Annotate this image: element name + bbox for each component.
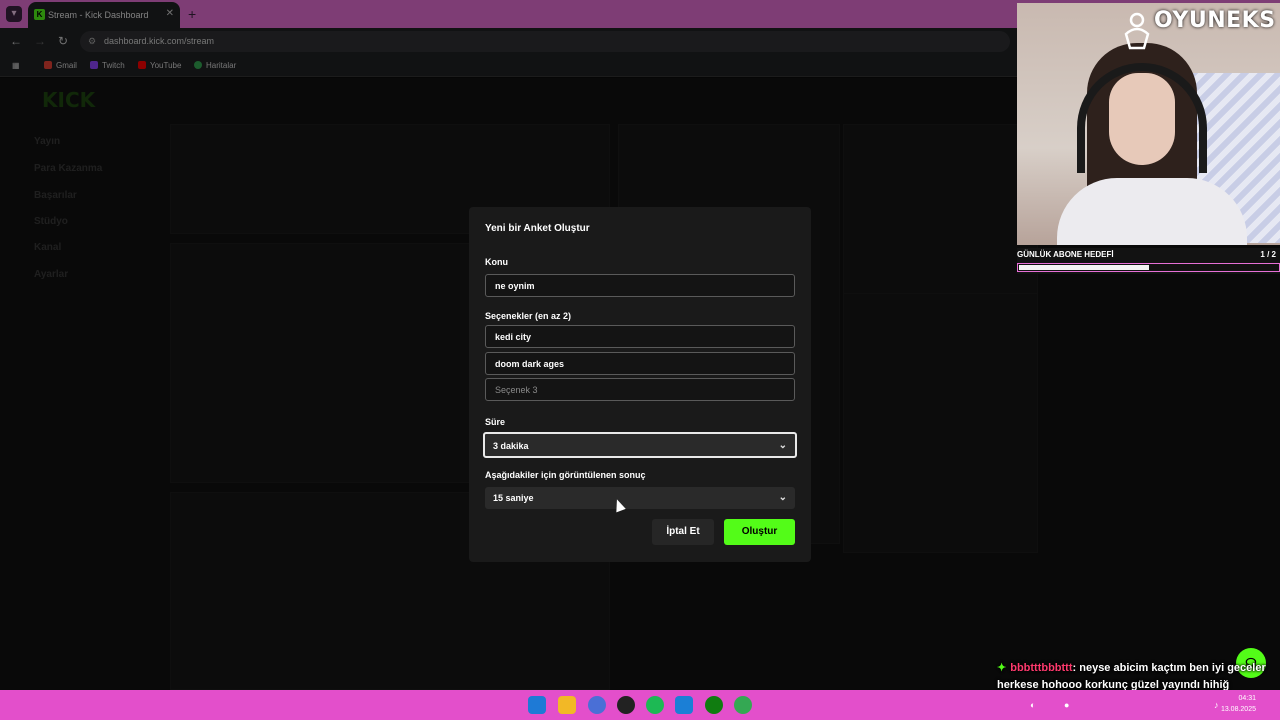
- streamer-shirt: [1057, 178, 1247, 245]
- xbox-icon[interactable]: [705, 696, 723, 714]
- clock-time: 04:31: [1238, 695, 1256, 702]
- result-display-select[interactable]: 15 saniye ⌄: [485, 487, 795, 509]
- sub-goal-progress-bar: [1017, 263, 1280, 272]
- modal-title: Yeni bir Anket Oluştur: [485, 223, 590, 234]
- chevron-down-icon: ⌄: [778, 440, 787, 451]
- chat-overlay-message: ✦ bbbtttbbbttt: neyse abicim kaçtım ben i…: [997, 660, 1280, 694]
- duration-value: 3 dakika: [493, 441, 529, 451]
- volume-icon[interactable]: ♪: [1214, 700, 1219, 710]
- sub-goal-widget: GÜNLÜK ABONE HEDEFİ 1 / 2: [1017, 248, 1280, 274]
- result-display-value: 15 saniye: [493, 493, 534, 503]
- option-3-input[interactable]: [485, 378, 795, 401]
- discord-tray-icon[interactable]: ◐: [1030, 700, 1035, 710]
- option-1-input[interactable]: [485, 325, 795, 348]
- duration-select[interactable]: 3 dakika ⌄: [483, 432, 797, 458]
- spotify-tray-icon[interactable]: ●: [1064, 700, 1069, 710]
- obs-icon[interactable]: [617, 696, 635, 714]
- create-poll-button[interactable]: Oluştur: [724, 519, 795, 545]
- chevron-down-icon: ⌄: [778, 492, 787, 503]
- spotify-icon[interactable]: [646, 696, 664, 714]
- windows-start-icon[interactable]: [528, 696, 546, 714]
- file-explorer-icon[interactable]: [558, 696, 576, 714]
- app-icon-2[interactable]: [675, 696, 693, 714]
- duration-label: Süre: [485, 417, 506, 427]
- brand-name: OYUNEKS: [1154, 8, 1276, 33]
- chrome-icon[interactable]: [734, 696, 752, 714]
- result-display-label: Aşağıdakiler için görüntülenen sonuç: [485, 470, 646, 480]
- chat-username: bbbtttbbbttt: [1010, 662, 1073, 674]
- cancel-button[interactable]: İptal Et: [652, 519, 714, 545]
- create-poll-modal: Yeni bir Anket Oluştur Konu Seçenekler (…: [469, 207, 811, 562]
- option-2-input[interactable]: [485, 352, 795, 375]
- topic-input[interactable]: [485, 274, 795, 297]
- options-label: Seçenekler (en az 2): [485, 311, 572, 321]
- sub-goal-label: GÜNLÜK ABONE HEDEFİ: [1017, 250, 1114, 259]
- sub-goal-progress-fill: [1019, 265, 1149, 270]
- windows-taskbar: ◐ ● ♪ 04:31 13.08.2025: [0, 690, 1280, 720]
- topic-label: Konu: [485, 257, 508, 267]
- clock-date: 13.08.2025: [1220, 706, 1256, 713]
- oyuneks-logo-icon: [1124, 12, 1150, 50]
- sub-goal-count: 1 / 2: [1260, 250, 1276, 259]
- kick-badge-icon: ✦: [997, 662, 1007, 674]
- system-clock[interactable]: 04:31 13.08.2025: [1221, 693, 1256, 715]
- app-icon[interactable]: [588, 696, 606, 714]
